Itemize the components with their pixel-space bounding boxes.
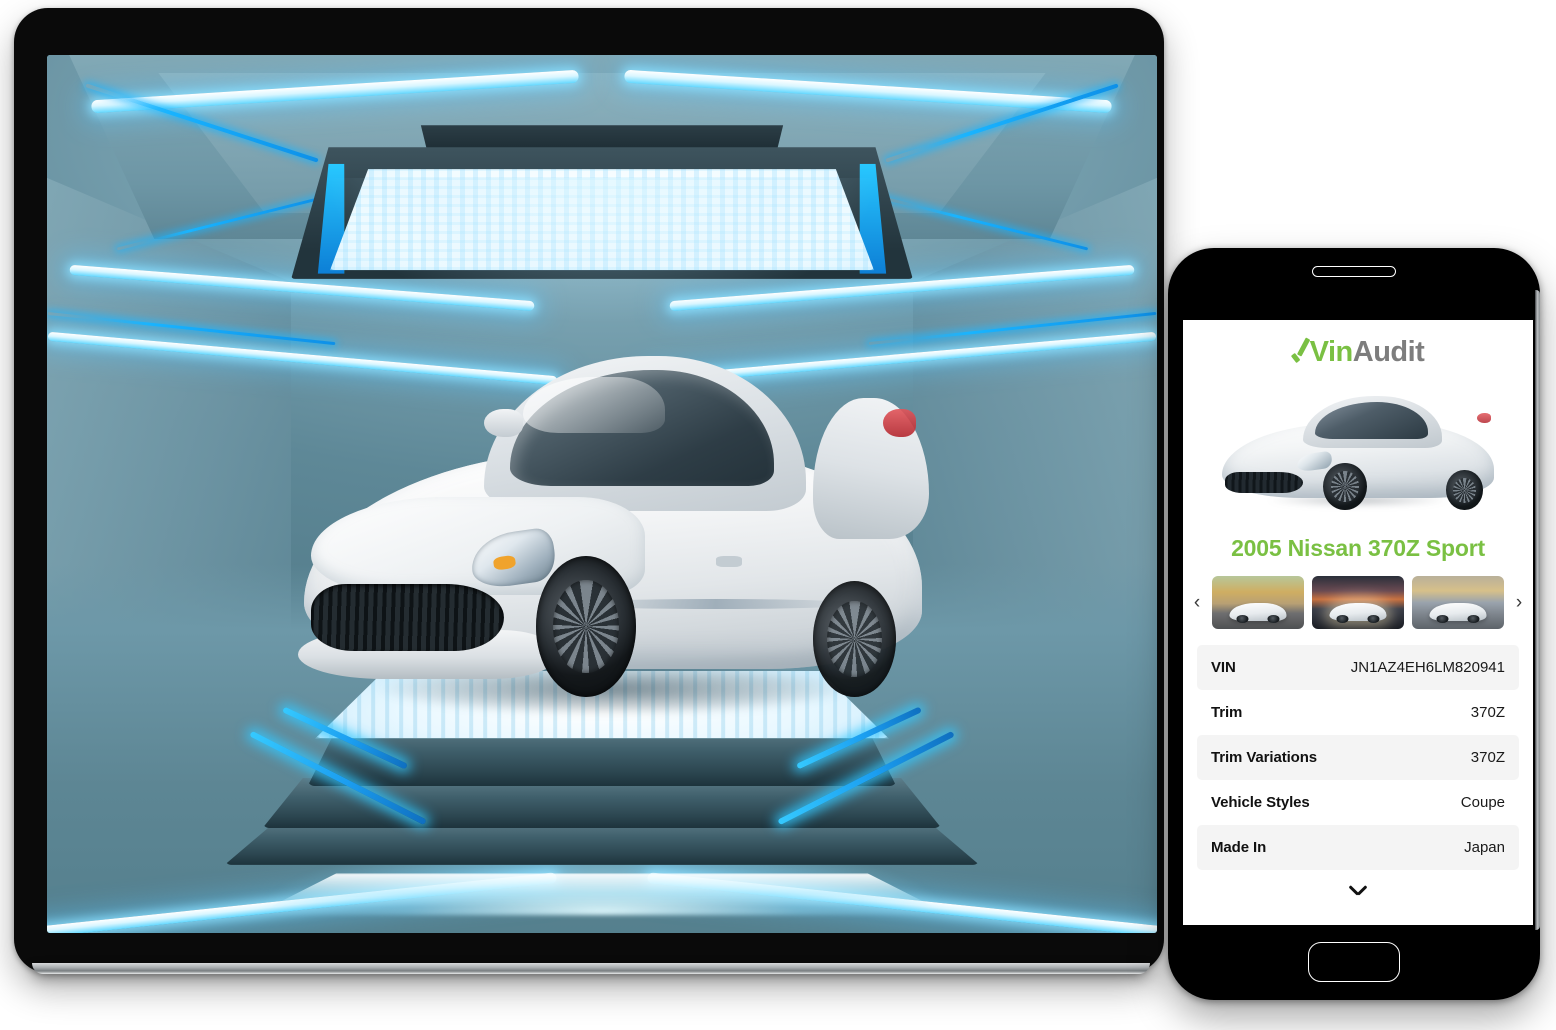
hero-vehicle-image [291,349,935,715]
phone-speaker-grille [1312,266,1396,277]
hero-car-grille [1224,471,1303,493]
vehicle-hero-image[interactable] [1197,377,1519,529]
phone-device: VinAudit 2005 Nissan 370Z Sport ‹ › VIN … [1168,248,1540,1000]
carousel-prev-icon[interactable]: ‹ [1187,593,1207,612]
hero-car-rear-wheel [1446,470,1483,511]
promo-composition: VinAudit 2005 Nissan 370Z Sport ‹ › VIN … [0,0,1556,1030]
expand-details-button[interactable] [1183,870,1533,916]
table-row: Trim 370Z [1197,690,1519,735]
image-carousel: ‹ › [1183,576,1533,645]
spec-value: 370Z [1470,704,1505,721]
spec-value: 370Z [1470,749,1505,766]
vehicle-hero-illustration [1213,391,1503,515]
showroom-scene [47,55,1157,933]
pedestal-under-glow [269,873,935,908]
spec-label: Trim Variations [1211,749,1318,766]
carousel-thumbnail-3[interactable] [1412,576,1504,629]
phone-screen[interactable]: VinAudit 2005 Nissan 370Z Sport ‹ › VIN … [1183,320,1533,925]
spec-label: Made In [1211,839,1267,856]
thumbnail-car-2 [1329,602,1387,624]
thumbnail-car-1 [1229,602,1287,624]
vinaudit-logo: VinAudit [1183,320,1533,375]
tablet-screen[interactable] [47,55,1157,933]
hero-car-front-wheel [1323,462,1367,511]
phone-home-button[interactable] [1308,942,1400,982]
tablet-device [14,8,1164,973]
chevron-down-icon [1349,884,1368,903]
thumbnail-car-3 [1429,602,1487,624]
spec-label: Trim [1211,704,1243,721]
logo-text-audit: Audit [1352,336,1425,368]
spec-value: JN1AZ4EH6LM820941 [1350,659,1505,676]
table-row: Vehicle Styles Coupe [1197,780,1519,825]
spec-value: Coupe [1460,794,1505,811]
tablet-bottom-edge [32,963,1150,974]
vehicle-taillight [883,408,916,437]
vehicle-rear-wheel [812,580,897,697]
table-row: Trim Variations 370Z [1197,735,1519,780]
carousel-thumbnail-2[interactable] [1312,576,1404,629]
spec-label: Vehicle Styles [1211,794,1310,811]
logo-text-vin: Vin [1309,336,1354,368]
carousel-thumbnail-1[interactable] [1212,576,1304,629]
hero-car-taillight [1476,413,1492,424]
vehicle-front-wheel [535,556,636,697]
phone-side-edge [1535,290,1540,930]
vehicle-title: 2005 Nissan 370Z Sport [1231,535,1485,561]
vehicle-spec-table: VIN JN1AZ4EH6LM820941 Trim 370Z Trim Var… [1183,645,1533,870]
table-row: VIN JN1AZ4EH6LM820941 [1197,645,1519,690]
ceiling-led-panel [330,169,874,271]
table-row: Made In Japan [1197,825,1519,870]
checkmark-icon [1292,340,1311,366]
spec-value: Japan [1464,839,1505,856]
carousel-thumbnails [1212,576,1504,629]
vehicle-door-handle [716,556,742,567]
carousel-next-icon[interactable]: › [1509,593,1529,612]
vehicle-grille [310,584,504,652]
vehicle-side-mirror [484,408,523,437]
spec-label: VIN [1211,659,1236,676]
